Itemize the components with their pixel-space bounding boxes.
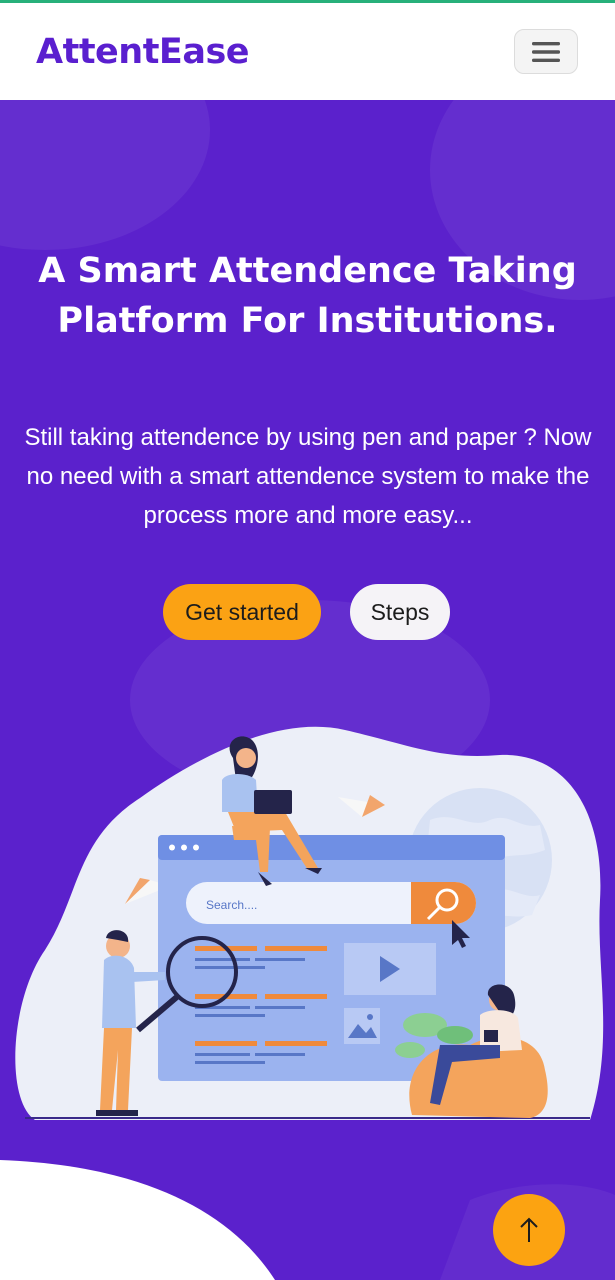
hamburger-menu-icon <box>532 41 560 62</box>
decorative-blob <box>0 100 210 250</box>
hero-section: A Smart Attendence Taking Platform For I… <box>0 100 615 1280</box>
navbar: AttentEase <box>0 3 615 100</box>
hero-title: A Smart Attendence Taking Platform For I… <box>38 251 577 341</box>
arrow-up-icon <box>520 1217 538 1242</box>
brand-logo[interactable]: AttentEase <box>36 32 250 72</box>
get-started-button[interactable]: Get started <box>163 584 321 640</box>
browser-titlebar <box>158 835 505 860</box>
illustration-search-text: Search.... <box>206 898 257 912</box>
hero-button-row: Get started Steps <box>0 584 615 640</box>
menu-toggle-button[interactable] <box>514 29 578 74</box>
hero-subtitle: Still taking attendence by using pen and… <box>24 424 592 529</box>
hero-illustration: Search.... <box>15 726 604 1120</box>
steps-button[interactable]: Steps <box>350 584 450 640</box>
image-thumbnail <box>344 1008 380 1044</box>
illustration-search-button <box>411 882 476 924</box>
scroll-to-top-button[interactable] <box>493 1194 565 1266</box>
